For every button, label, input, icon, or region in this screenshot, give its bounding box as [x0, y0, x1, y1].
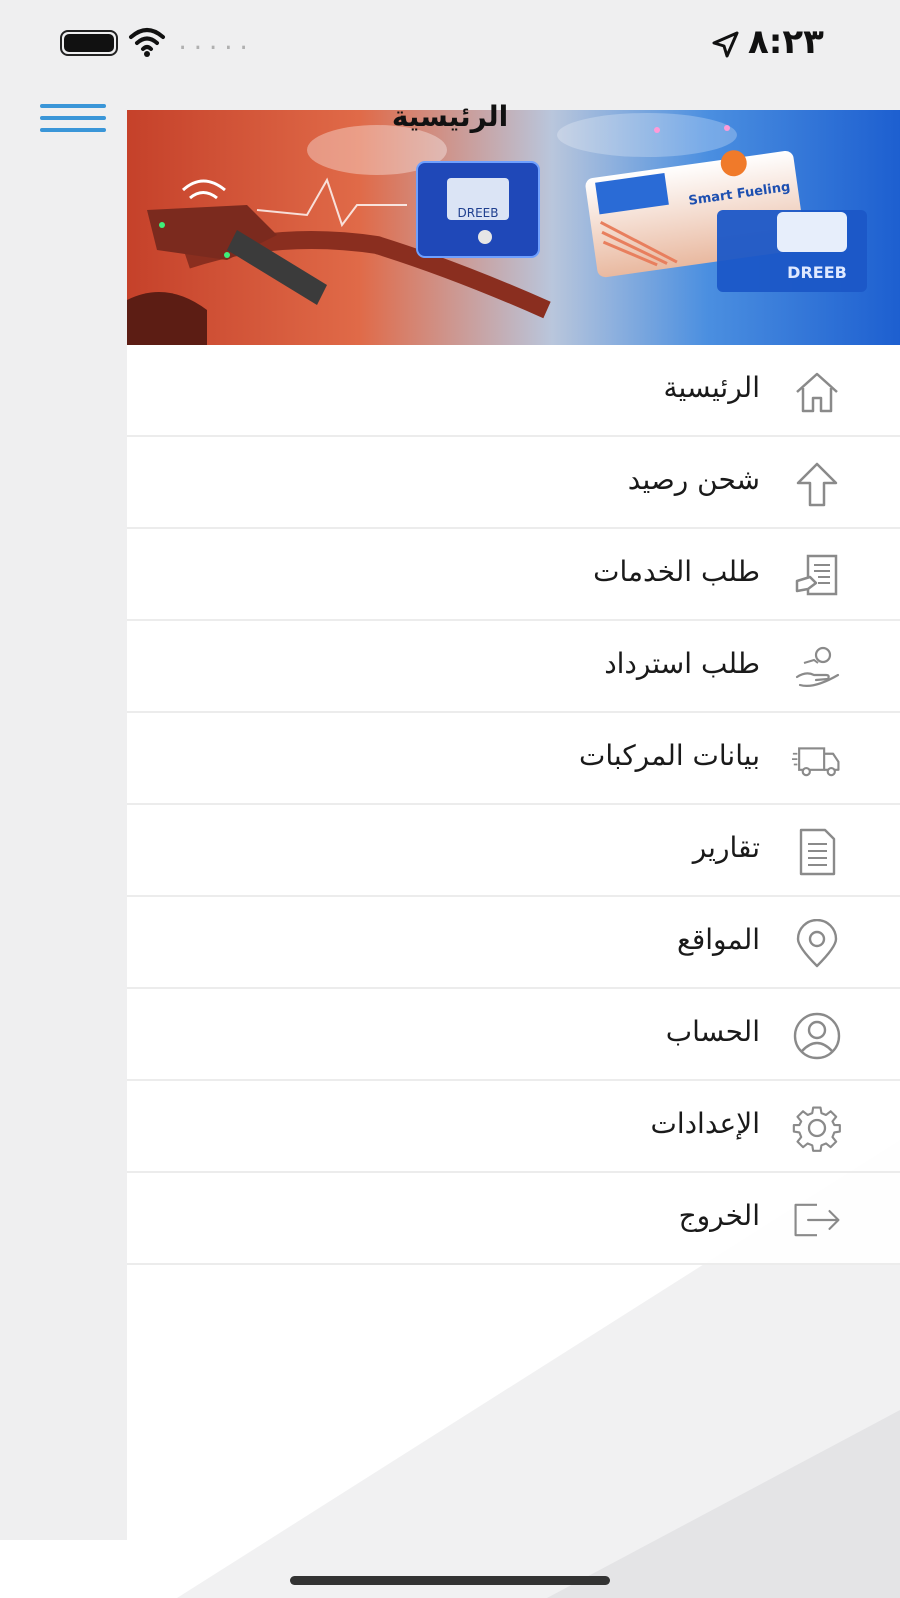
bottom-strip	[0, 1540, 127, 1598]
truck-icon	[792, 747, 840, 777]
menu-item-top-up[interactable]: شحن رصيد	[127, 437, 900, 529]
location-arrow-icon	[712, 31, 739, 58]
status-bar: ..... ٨:٢٣	[0, 0, 900, 90]
status-time: ٨:٢٣	[748, 22, 824, 62]
menu-item-reports[interactable]: تقارير	[127, 805, 900, 897]
signal-dots: .....	[176, 30, 253, 55]
wifi-icon	[129, 28, 165, 57]
arrow-up-icon	[796, 462, 838, 507]
menu-item-refund-request[interactable]: طلب استرداد	[127, 621, 900, 713]
battery-icon	[60, 30, 118, 56]
navigation-drawer: DREEB Smart Fueling DREEB الرئيسية شحن ر…	[127, 110, 900, 1598]
menu-item-label: شحن رصيد	[627, 463, 760, 496]
menu-item-locations[interactable]: المواقع	[127, 897, 900, 989]
menu-item-label: طلب الخدمات	[593, 555, 760, 588]
menu-item-label: بيانات المركبات	[579, 739, 760, 772]
menu-item-settings[interactable]: الإعدادات	[127, 1081, 900, 1173]
service-request-icon	[795, 554, 838, 596]
menu-item-label: الإعدادات	[650, 1107, 760, 1140]
menu-item-service-request[interactable]: طلب الخدمات	[127, 529, 900, 621]
menu-item-account[interactable]: الحساب	[127, 989, 900, 1081]
gear-icon	[792, 1106, 841, 1152]
home-icon	[796, 372, 838, 413]
kiosk-brand-text: DREEB	[458, 206, 499, 220]
logout-icon	[794, 1203, 840, 1237]
brand-logo-text: DREEB	[787, 263, 847, 282]
report-icon	[799, 828, 836, 876]
header-banner-image: DREEB Smart Fueling DREEB	[127, 110, 900, 345]
menu-item-label: الرئيسية	[663, 371, 760, 404]
account-icon	[793, 1012, 841, 1060]
home-indicator[interactable]	[290, 1576, 610, 1585]
menu-item-label: الخروج	[678, 1199, 760, 1232]
page-title-text: الرئيسية	[391, 100, 509, 133]
menu-item-vehicles[interactable]: بيانات المركبات	[127, 713, 900, 805]
menu-item-label: المواقع	[676, 923, 760, 956]
location-pin-icon	[796, 919, 838, 968]
page-title: الرئيسية	[0, 100, 900, 133]
menu-item-label: طلب استرداد	[604, 647, 760, 680]
refund-hand-icon	[795, 646, 840, 687]
menu-item-logout[interactable]: الخروج	[127, 1173, 900, 1265]
menu-item-label: الحساب	[665, 1015, 760, 1048]
menu-item-label: تقارير	[692, 831, 760, 864]
drawer-menu-list: الرئيسية شحن رصيد طلب الخدمات طلب استردا…	[127, 345, 900, 1265]
menu-item-home[interactable]: الرئيسية	[127, 345, 900, 437]
